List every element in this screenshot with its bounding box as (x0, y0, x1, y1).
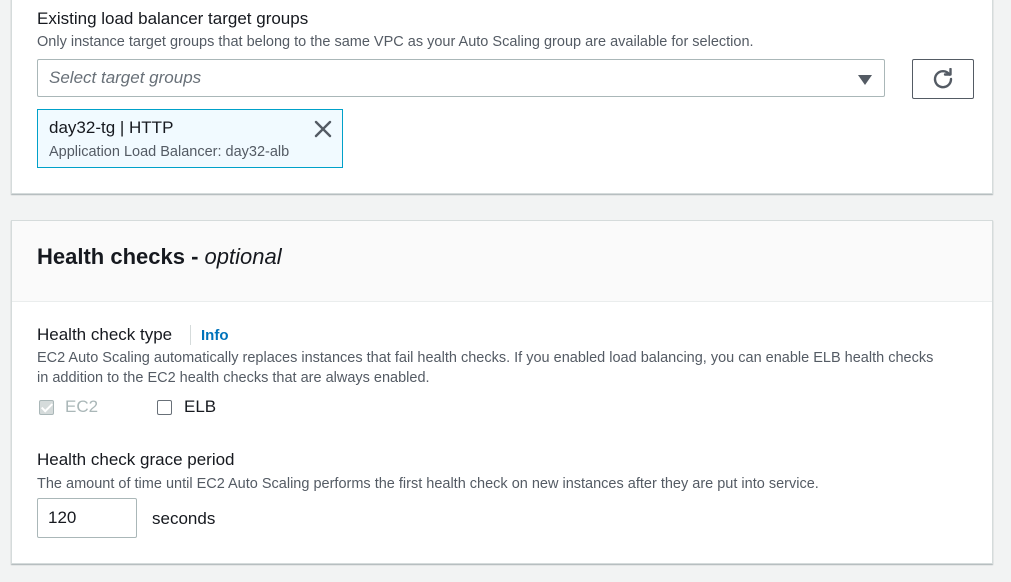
elb-checkbox[interactable] (157, 400, 172, 415)
selected-target-group-token: day32-tg | HTTP Application Load Balance… (37, 109, 343, 168)
elb-checkbox-label[interactable]: ELB (184, 397, 216, 417)
target-groups-description: Only instance target groups that belong … (37, 34, 754, 50)
close-icon[interactable] (314, 120, 332, 138)
ec2-checkbox (39, 400, 54, 415)
ec2-checkbox-label: EC2 (65, 397, 99, 416)
health-checks-panel: Health checks - optional Health check ty… (11, 220, 993, 564)
health-check-type-label: Health check type (37, 325, 173, 344)
target-groups-label: Existing load balancer target groups (37, 9, 309, 28)
grace-period-description: The amount of time until EC2 Auto Scalin… (37, 476, 819, 492)
token-name: day32-tg | HTTP (49, 118, 174, 137)
token-detail: Application Load Balancer: day32-alb (49, 144, 290, 160)
grace-period-unit: seconds (152, 509, 216, 528)
caret-down-icon (858, 75, 872, 85)
health-checks-title: Health checks - optional (37, 244, 282, 269)
target-groups-panel: Existing load balancer target groups Onl… (11, 0, 993, 194)
health-checks-header: Health checks - optional (12, 221, 992, 302)
target-groups-placeholder: Select target groups (49, 68, 202, 87)
grace-period-input[interactable]: 120 (37, 498, 137, 538)
info-link[interactable]: Info (190, 325, 229, 345)
refresh-button[interactable] (912, 59, 974, 99)
grace-period-label: Health check grace period (37, 450, 235, 469)
health-check-type-description: EC2 Auto Scaling automatically replaces … (37, 350, 934, 386)
refresh-icon (933, 68, 953, 89)
target-groups-select[interactable]: Select target groups (37, 59, 885, 97)
